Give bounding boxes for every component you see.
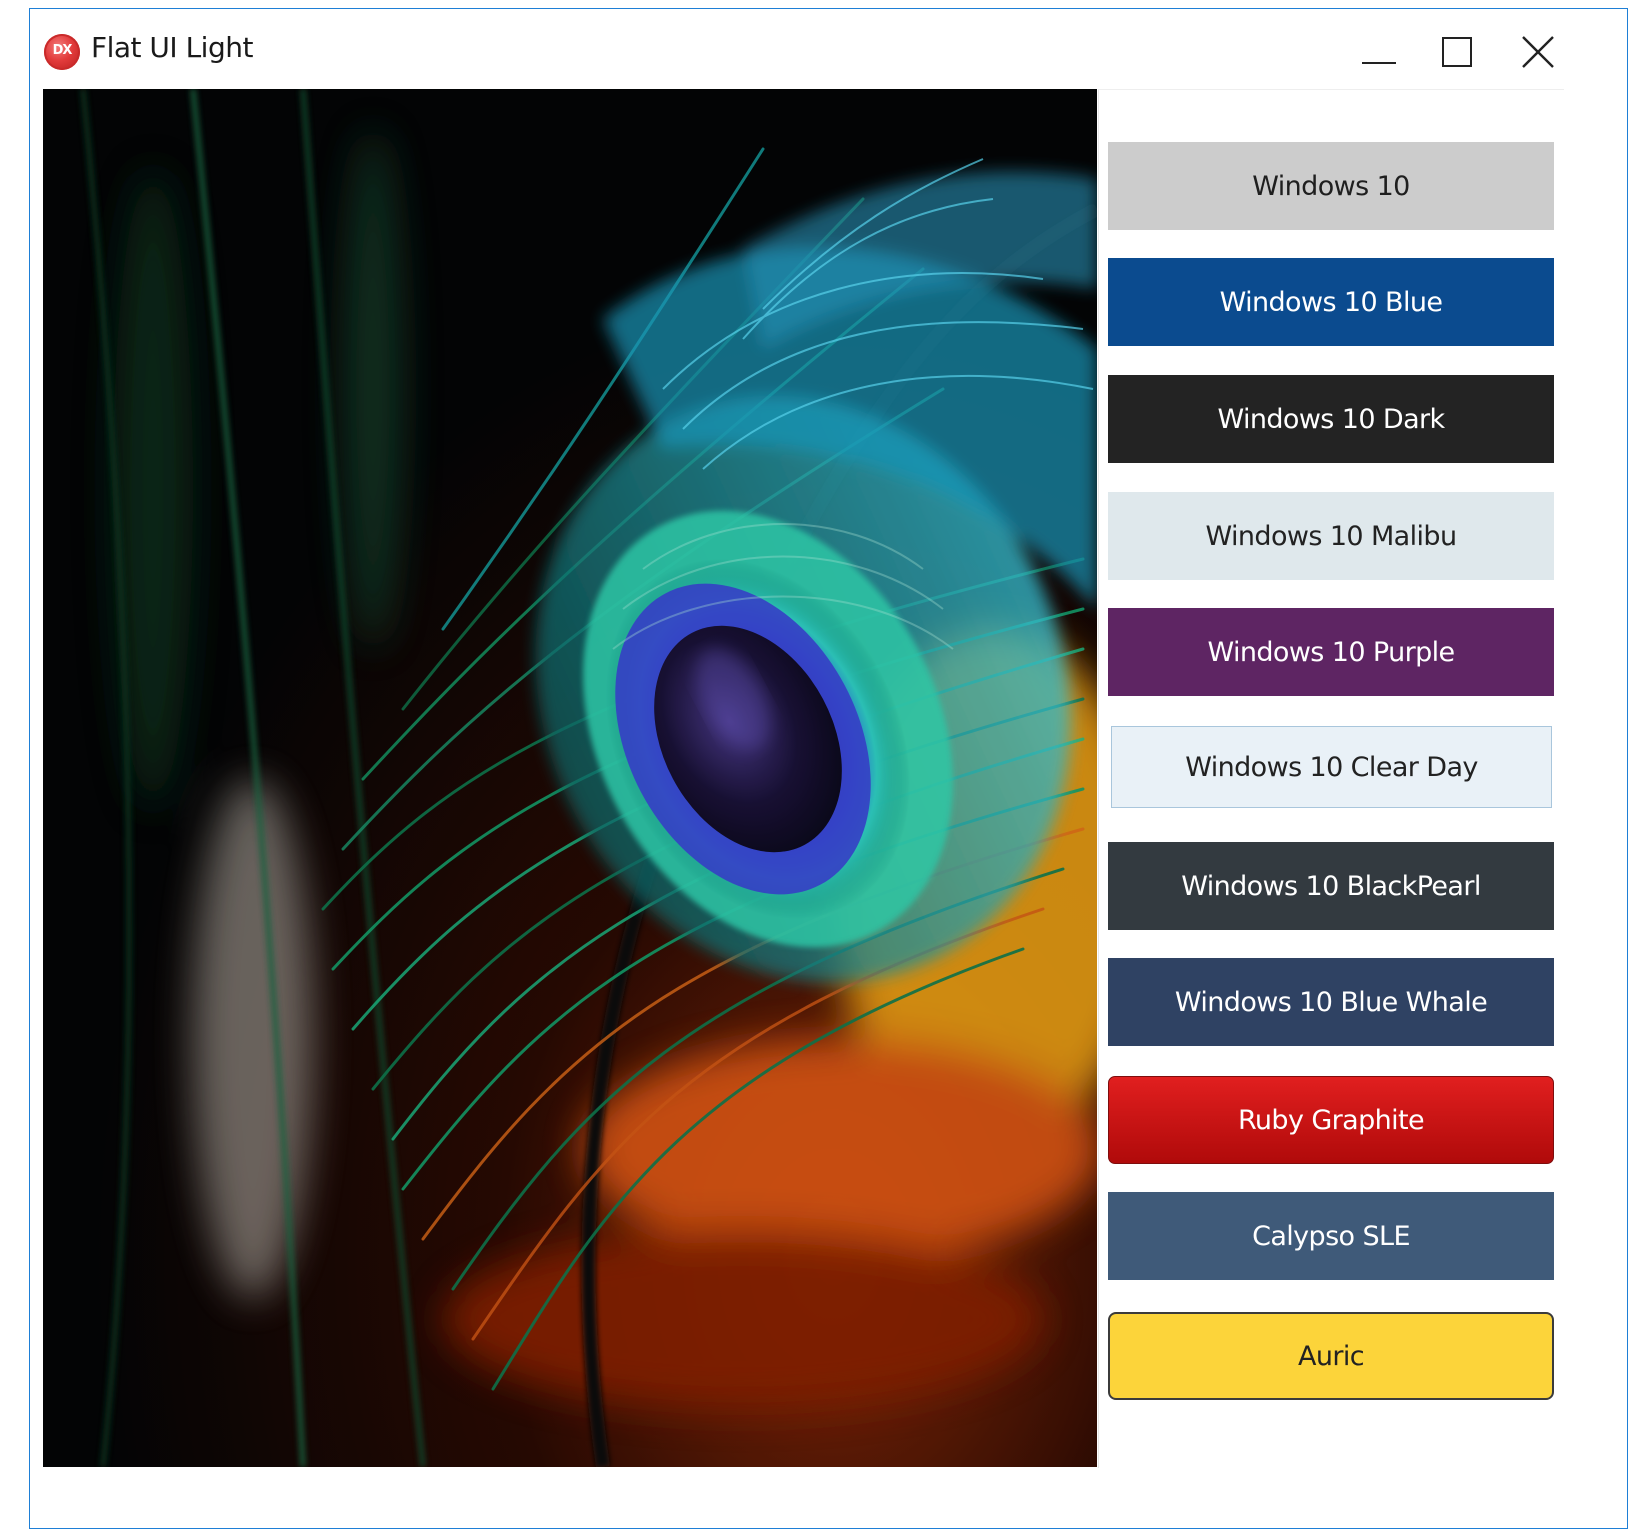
style-button-windows10-blackpearl[interactable]: Windows 10 BlackPearl [1108, 842, 1554, 930]
close-button[interactable] [1504, 21, 1574, 81]
style-button-windows10-blue[interactable]: Windows 10 Blue [1108, 258, 1554, 346]
app-window: DX Flat UI Light Windows 10 Windows 10 B… [29, 8, 1628, 1529]
minimize-icon [1362, 62, 1396, 64]
style-button-windows10-dark[interactable]: Windows 10 Dark [1108, 375, 1554, 463]
style-button-panel: Windows 10 Windows 10 Blue Windows 10 Da… [1098, 89, 1564, 1468]
window-title: Flat UI Light [91, 31, 253, 64]
feather-image [43, 89, 1097, 1467]
maximize-button[interactable] [1423, 21, 1493, 81]
style-button-windows10-purple[interactable]: Windows 10 Purple [1108, 608, 1554, 696]
style-button-windows10-clear-day[interactable]: Windows 10 Clear Day [1111, 726, 1552, 808]
title-bar[interactable]: DX Flat UI Light [30, 9, 1627, 91]
app-icon-label: DX [52, 43, 73, 58]
style-button-windows10-blue-whale[interactable]: Windows 10 Blue Whale [1108, 958, 1554, 1046]
minimize-button[interactable] [1342, 21, 1412, 81]
maximize-icon [1442, 37, 1472, 67]
style-button-ruby-graphite[interactable]: Ruby Graphite [1108, 1076, 1554, 1164]
app-icon: DX [44, 34, 80, 70]
close-icon [1522, 36, 1554, 68]
style-button-auric[interactable]: Auric [1108, 1312, 1554, 1400]
style-button-windows10[interactable]: Windows 10 [1108, 142, 1554, 230]
style-button-calypso-sle[interactable]: Calypso SLE [1108, 1192, 1554, 1280]
peacock-feather-illustration [43, 89, 1097, 1467]
style-button-windows10-malibu[interactable]: Windows 10 Malibu [1108, 492, 1554, 580]
